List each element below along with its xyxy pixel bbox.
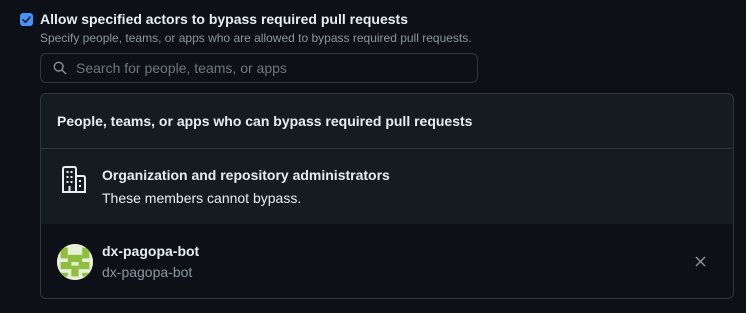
- check-icon: [22, 15, 31, 23]
- organization-icon: [62, 166, 86, 193]
- remove-actor-button[interactable]: [693, 254, 707, 268]
- bypass-actors-header: People, teams, or apps who can bypass re…: [41, 94, 733, 149]
- admins-row: Organization and repository administrato…: [41, 149, 733, 224]
- actor-row: dx-pagopa-bot dx-pagopa-bot: [41, 224, 733, 298]
- admins-subtitle: These members cannot bypass.: [102, 190, 302, 206]
- actor-search-input[interactable]: [74, 59, 477, 77]
- bypass-option-row: Allow specified actors to bypass require…: [20, 10, 408, 28]
- branch-protection-bypass-section: Allow specified actors to bypass require…: [0, 0, 746, 313]
- actor-login: dx-pagopa-bot: [102, 264, 193, 280]
- actor-name: dx-pagopa-bot: [102, 243, 200, 259]
- bypass-checkbox[interactable]: [20, 12, 33, 26]
- avatar: [57, 244, 93, 280]
- bypass-option-title[interactable]: Allow specified actors to bypass require…: [40, 10, 408, 28]
- actor-search-field[interactable]: [40, 53, 478, 83]
- search-icon: [53, 61, 67, 75]
- bypass-actors-header-title: People, teams, or apps who can bypass re…: [57, 113, 473, 129]
- close-icon: [695, 256, 705, 266]
- admins-title: Organization and repository administrato…: [102, 167, 390, 183]
- bypass-option-description: Specify people, teams, or apps who are a…: [40, 31, 472, 45]
- bypass-actors-panel: People, teams, or apps who can bypass re…: [40, 93, 734, 299]
